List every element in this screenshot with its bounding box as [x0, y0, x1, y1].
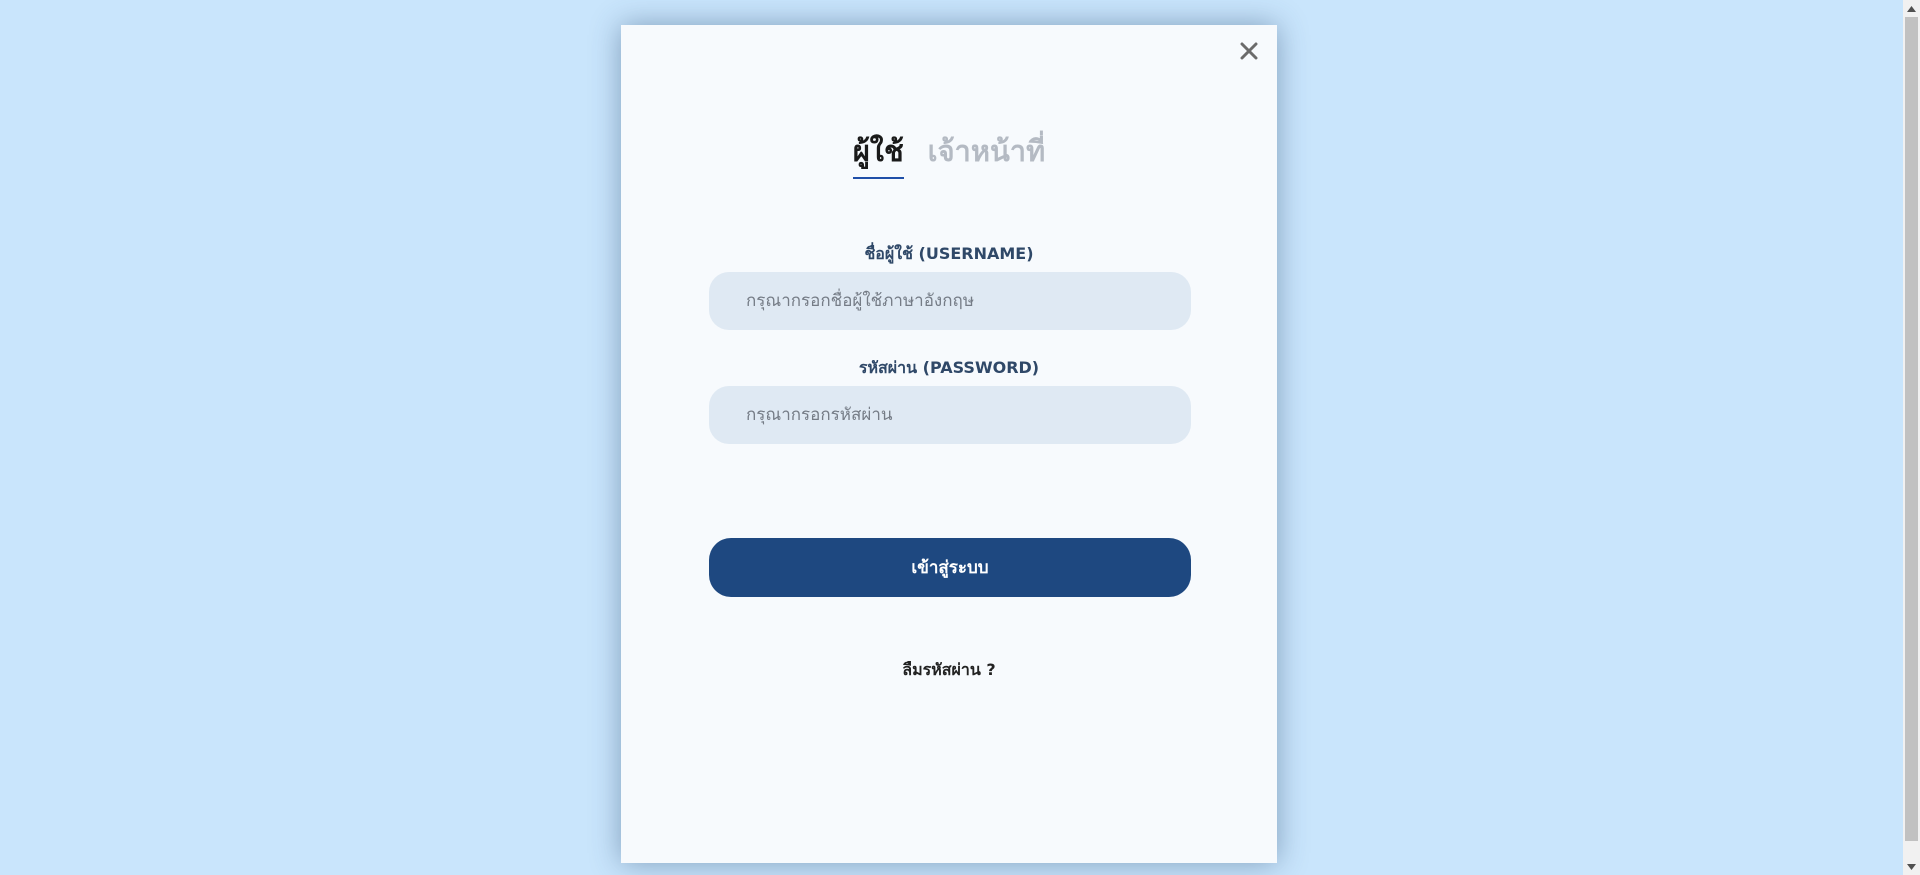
username-input[interactable] — [709, 272, 1191, 330]
login-tabs: ผู้ใช้ เจ้าหน้าที่ — [621, 133, 1277, 179]
login-button[interactable]: เข้าสู่ระบบ — [709, 538, 1191, 597]
password-input[interactable] — [709, 386, 1191, 444]
scroll-thumb[interactable] — [1905, 17, 1918, 841]
triangle-down-icon — [1907, 863, 1916, 870]
tab-staff[interactable]: เจ้าหน้าที่ — [928, 133, 1046, 179]
close-icon — [1240, 42, 1258, 60]
password-label: รหัสผ่าน (PASSWORD) — [858, 358, 1040, 377]
close-button[interactable] — [1233, 35, 1265, 67]
scroll-down-arrow[interactable] — [1903, 858, 1920, 875]
scroll-up-arrow[interactable] — [1903, 0, 1920, 17]
triangle-up-icon — [1907, 5, 1916, 12]
vertical-scrollbar[interactable] — [1903, 0, 1920, 875]
username-label: ชื่อผู้ใช้ (USERNAME) — [864, 244, 1034, 263]
tab-user[interactable]: ผู้ใช้ — [852, 133, 904, 179]
forgot-password-link[interactable]: ลืมรหัสผ่าน ? — [621, 658, 1277, 683]
login-modal: ผู้ใช้ เจ้าหน้าที่ ชื่อผู้ใช้ (USERNAME)… — [621, 25, 1277, 863]
